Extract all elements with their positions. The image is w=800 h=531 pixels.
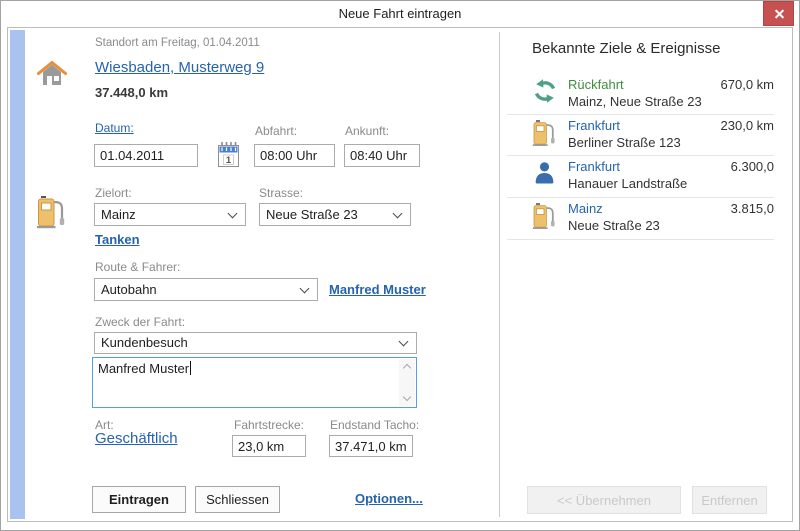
endstand-label: Endstand Tacho: [330, 418, 419, 432]
zweck-label: Zweck der Fahrt: [95, 315, 185, 329]
list-item[interactable]: Frankfurt 6.300,0 Hanauer Landstraße [507, 156, 774, 196]
panel-divider [499, 32, 500, 517]
text-caret [190, 361, 191, 375]
route-combobox[interactable]: Autobahn [94, 278, 318, 301]
panel-title: Bekannte Ziele & Ereignisse [532, 40, 720, 57]
ankunft-label: Ankunft: [345, 124, 389, 138]
window-title: Neue Fahrt eintragen [1, 1, 799, 26]
zielort-label: Zielort: [95, 186, 132, 200]
textarea-scrollbar[interactable] [399, 359, 415, 406]
accent-bar [10, 30, 25, 519]
list-item-value: 6.300,0 [731, 159, 774, 174]
list-item-subtitle: Neue Straße 23 [568, 218, 660, 233]
fahrer-link[interactable]: Manfred Muster [329, 282, 426, 297]
datum-input[interactable] [94, 144, 198, 167]
list-item-title: Rückfahrt [568, 77, 624, 92]
scroll-up-icon [403, 364, 411, 372]
list-item[interactable]: Rückfahrt 670,0 km Mainz, Neue Straße 23 [507, 74, 774, 114]
list-item-value: 3.815,0 [731, 201, 774, 216]
list-item[interactable]: Frankfurt 230,0 km Berliner Straße 123 [507, 115, 774, 155]
scroll-down-icon [403, 393, 411, 401]
standort-caption: Standort am Freitag, 01.04.2011 [95, 37, 260, 49]
bemerkung-text: Manfred Muster [98, 361, 189, 376]
route-fahrer-label: Route & Fahrer: [95, 260, 180, 274]
fuel-icon [532, 119, 556, 147]
calendar-icon[interactable]: 1 [217, 140, 240, 168]
dialog-window: Neue Fahrt eintragen Standort am Freitag… [0, 0, 800, 531]
list-item-title: Frankfurt [568, 118, 620, 133]
close-button[interactable] [763, 1, 794, 26]
chevron-down-icon [300, 284, 310, 294]
divider [507, 239, 774, 240]
list-item-subtitle: Berliner Straße 123 [568, 135, 681, 150]
fahrtstrecke-label: Fahrtstrecke: [234, 418, 304, 432]
datum-link[interactable]: Datum: [95, 121, 134, 135]
home-icon [37, 60, 67, 87]
strasse-label: Strasse: [259, 186, 303, 200]
dialog-content: Standort am Freitag, 01.04.2011 Wiesbade… [7, 27, 793, 522]
bemerkung-textarea[interactable]: Manfred Muster [92, 357, 417, 408]
list-item-subtitle: Hanauer Landstraße [568, 176, 687, 191]
close-icon [773, 8, 784, 19]
eintragen-button[interactable]: Eintragen [92, 486, 186, 513]
schliessen-button[interactable]: Schliessen [195, 486, 280, 513]
list-item-title: Frankfurt [568, 159, 620, 174]
abfahrt-input[interactable] [254, 144, 335, 167]
list-item-value: 230,0 km [721, 118, 774, 133]
abfahrt-label: Abfahrt: [255, 124, 297, 138]
titlebar: Neue Fahrt eintragen [1, 1, 799, 27]
uebernehmen-button[interactable]: << Übernehmen [527, 486, 681, 514]
svg-text:1: 1 [226, 155, 232, 166]
strasse-combobox[interactable]: Neue Straße 23 [259, 203, 411, 226]
zielort-value: Mainz [101, 207, 136, 222]
strasse-value: Neue Straße 23 [266, 207, 358, 222]
zweck-combobox[interactable]: Kundenbesuch [94, 332, 417, 354]
fuel-pump-icon [36, 195, 66, 229]
chevron-down-icon [399, 337, 409, 347]
recycle-icon [532, 78, 558, 104]
fahrtstrecke-input[interactable] [232, 435, 306, 457]
entfernen-button[interactable]: Entfernen [692, 486, 767, 514]
odometer-value: 37.448,0 km [95, 85, 168, 100]
fuel-icon [532, 202, 556, 230]
optionen-link[interactable]: Optionen... [355, 491, 423, 506]
tanken-link[interactable]: Tanken [95, 232, 140, 247]
art-link[interactable]: Geschäftlich [95, 430, 178, 447]
endstand-input[interactable] [329, 435, 413, 457]
list-item-value: 670,0 km [721, 77, 774, 92]
chevron-down-icon [393, 209, 403, 219]
ankunft-input[interactable] [344, 144, 420, 167]
known-destinations-list: Rückfahrt 670,0 km Mainz, Neue Straße 23… [507, 72, 774, 272]
standort-link[interactable]: Wiesbaden, Musterweg 9 [95, 59, 264, 76]
route-value: Autobahn [101, 282, 157, 297]
zielort-combobox[interactable]: Mainz [94, 203, 246, 226]
zweck-value: Kundenbesuch [101, 335, 188, 350]
chevron-down-icon [228, 209, 238, 219]
list-item-title: Mainz [568, 201, 603, 216]
person-icon [532, 160, 557, 185]
list-item-subtitle: Mainz, Neue Straße 23 [568, 94, 702, 109]
list-item[interactable]: Mainz 3.815,0 Neue Straße 23 [507, 198, 774, 238]
